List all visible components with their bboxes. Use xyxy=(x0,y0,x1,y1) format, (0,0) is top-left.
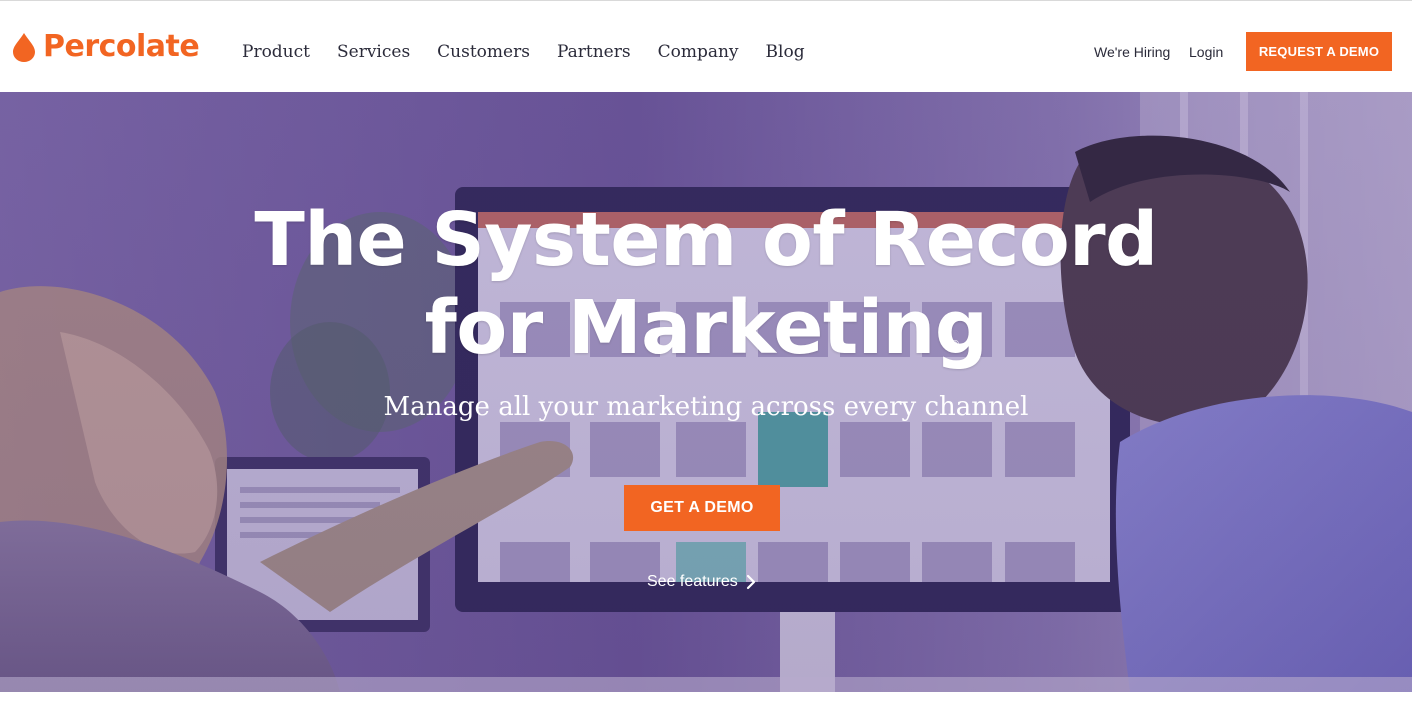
hero-headline-line1: The System of Record xyxy=(254,197,1158,283)
nav-item-partners[interactable]: Partners xyxy=(557,39,631,65)
registered-mark: ® xyxy=(950,339,960,350)
nav-item-blog[interactable]: Blog xyxy=(766,39,805,65)
nav-item-product[interactable]: Product xyxy=(242,39,310,65)
nav-item-company[interactable]: Company xyxy=(658,39,739,65)
percolate-logo[interactable]: Percolate xyxy=(12,29,200,65)
hero-headline: The System of Record for Marketing xyxy=(0,196,1412,372)
get-demo-button[interactable]: GET A DEMO xyxy=(624,485,780,531)
hero-subheadline: Manage all your marketing across every c… xyxy=(383,392,1029,422)
main-menu: Product Services Customers Partners Comp… xyxy=(242,39,805,65)
brand-name: Percolate xyxy=(43,29,200,64)
top-navigation: Percolate Product Services Customers Par… xyxy=(0,0,1412,92)
hero-section: The System of Record for Marketing ® Man… xyxy=(0,92,1412,692)
login-link[interactable]: Login xyxy=(1189,42,1223,62)
see-features-label: See features xyxy=(647,573,738,590)
nav-item-customers[interactable]: Customers xyxy=(437,39,530,65)
nav-item-services[interactable]: Services xyxy=(337,39,410,65)
hero-headline-line2: for Marketing xyxy=(424,285,988,371)
request-demo-button[interactable]: REQUEST A DEMO xyxy=(1246,32,1392,71)
hiring-link[interactable]: We're Hiring xyxy=(1094,42,1170,62)
chevron-right-icon xyxy=(746,574,755,590)
drop-icon xyxy=(13,33,35,62)
see-features-link[interactable]: See features xyxy=(647,571,756,593)
below-hero-area xyxy=(0,692,1412,727)
